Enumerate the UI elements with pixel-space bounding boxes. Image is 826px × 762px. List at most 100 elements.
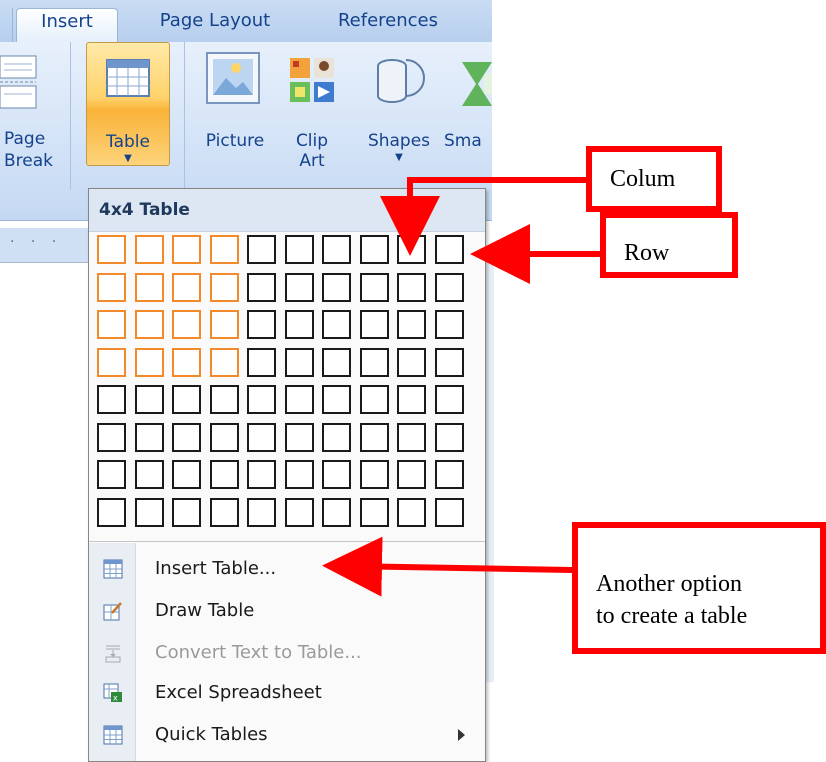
grid-cell[interactable] — [172, 235, 201, 264]
grid-cell[interactable] — [397, 310, 426, 339]
shapes-button[interactable]: Shapes ▼ — [360, 42, 438, 164]
grid-cell[interactable] — [285, 423, 314, 452]
grid-cell[interactable] — [172, 273, 201, 302]
page-break-button[interactable]: Page Break — [0, 42, 60, 171]
grid-cell[interactable] — [285, 273, 314, 302]
grid-cell[interactable] — [360, 385, 389, 414]
grid-cell[interactable] — [210, 460, 239, 489]
grid-cell[interactable] — [285, 498, 314, 527]
grid-cell[interactable] — [210, 498, 239, 527]
grid-cell[interactable] — [247, 423, 276, 452]
grid-cell[interactable] — [247, 310, 276, 339]
grid-cell[interactable] — [322, 310, 351, 339]
grid-cell[interactable] — [397, 235, 426, 264]
grid-cell[interactable] — [210, 310, 239, 339]
grid-cell[interactable] — [435, 310, 464, 339]
grid-cell[interactable] — [360, 310, 389, 339]
grid-cell[interactable] — [285, 460, 314, 489]
grid-cell[interactable] — [97, 235, 126, 264]
grid-cell[interactable] — [397, 385, 426, 414]
grid-cell[interactable] — [172, 460, 201, 489]
grid-cell[interactable] — [285, 235, 314, 264]
grid-cell[interactable] — [285, 310, 314, 339]
shapes-dropdown-arrow-icon: ▼ — [395, 152, 403, 163]
tab-home-edge[interactable] — [0, 8, 13, 42]
grid-cell[interactable] — [247, 498, 276, 527]
grid-cell[interactable] — [97, 310, 126, 339]
grid-cell[interactable] — [285, 385, 314, 414]
picture-icon — [206, 52, 260, 104]
grid-cell[interactable] — [135, 273, 164, 302]
grid-cell[interactable] — [135, 348, 164, 377]
tab-references[interactable]: References — [318, 8, 458, 42]
grid-cell[interactable] — [360, 498, 389, 527]
grid-cell[interactable] — [435, 460, 464, 489]
grid-cell[interactable] — [322, 423, 351, 452]
grid-cell[interactable] — [247, 460, 276, 489]
convert-text-menu-item[interactable]: Convert Text to Table... — [89, 635, 485, 671]
grid-cell[interactable] — [97, 385, 126, 414]
grid-cell[interactable] — [172, 310, 201, 339]
grid-cell[interactable] — [322, 348, 351, 377]
grid-cell[interactable] — [135, 460, 164, 489]
tab-page-layout[interactable]: Page Layout — [140, 8, 290, 42]
grid-cell[interactable] — [435, 498, 464, 527]
grid-cell[interactable] — [435, 235, 464, 264]
quick-tables-menu-item[interactable]: Quick Tables — [89, 717, 485, 753]
grid-cell[interactable] — [322, 498, 351, 527]
grid-cell[interactable] — [360, 460, 389, 489]
grid-cell[interactable] — [210, 273, 239, 302]
grid-cell[interactable] — [210, 423, 239, 452]
grid-cell[interactable] — [435, 273, 464, 302]
grid-cell[interactable] — [322, 385, 351, 414]
clip-art-button[interactable]: Clip Art — [282, 42, 342, 171]
insert-table-menu-item[interactable]: Insert Table... — [89, 551, 485, 587]
grid-cell[interactable] — [247, 273, 276, 302]
grid-cell[interactable] — [397, 273, 426, 302]
grid-cell[interactable] — [322, 273, 351, 302]
grid-cell[interactable] — [360, 273, 389, 302]
grid-cell[interactable] — [172, 498, 201, 527]
grid-cell[interactable] — [97, 498, 126, 527]
grid-cell[interactable] — [135, 235, 164, 264]
grid-cell[interactable] — [397, 348, 426, 377]
grid-cell[interactable] — [210, 348, 239, 377]
grid-cell[interactable] — [135, 310, 164, 339]
grid-cell[interactable] — [210, 235, 239, 264]
grid-cell[interactable] — [97, 273, 126, 302]
grid-cell[interactable] — [135, 498, 164, 527]
grid-cell[interactable] — [172, 423, 201, 452]
grid-cell[interactable] — [360, 423, 389, 452]
grid-cell[interactable] — [397, 423, 426, 452]
grid-cell[interactable] — [247, 385, 276, 414]
quick-tables-icon — [103, 725, 123, 745]
grid-cell[interactable] — [135, 423, 164, 452]
grid-cell[interactable] — [435, 423, 464, 452]
grid-cell[interactable] — [97, 460, 126, 489]
table-button[interactable]: Table ▼ — [86, 42, 170, 166]
grid-cell[interactable] — [322, 460, 351, 489]
grid-cell[interactable] — [360, 348, 389, 377]
smartart-button[interactable]: Sma — [444, 42, 492, 164]
clip-art-label-1: Clip — [295, 131, 329, 151]
grid-cell[interactable] — [247, 348, 276, 377]
grid-cell[interactable] — [97, 423, 126, 452]
tab-insert[interactable]: Insert — [16, 8, 118, 43]
excel-spreadsheet-menu-item[interactable]: x Excel Spreadsheet — [89, 675, 485, 711]
grid-cell[interactable] — [360, 235, 389, 264]
table-button-label: Table — [106, 132, 150, 152]
grid-cell[interactable] — [397, 498, 426, 527]
draw-table-menu-item[interactable]: Draw Table — [89, 593, 485, 629]
grid-cell[interactable] — [172, 348, 201, 377]
grid-cell[interactable] — [285, 348, 314, 377]
grid-cell[interactable] — [435, 348, 464, 377]
grid-cell[interactable] — [435, 385, 464, 414]
grid-cell[interactable] — [210, 385, 239, 414]
grid-cell[interactable] — [397, 460, 426, 489]
grid-cell[interactable] — [172, 385, 201, 414]
grid-cell[interactable] — [247, 235, 276, 264]
grid-cell[interactable] — [97, 348, 126, 377]
grid-cell[interactable] — [135, 385, 164, 414]
grid-cell[interactable] — [322, 235, 351, 264]
picture-button[interactable]: Picture — [196, 42, 274, 164]
